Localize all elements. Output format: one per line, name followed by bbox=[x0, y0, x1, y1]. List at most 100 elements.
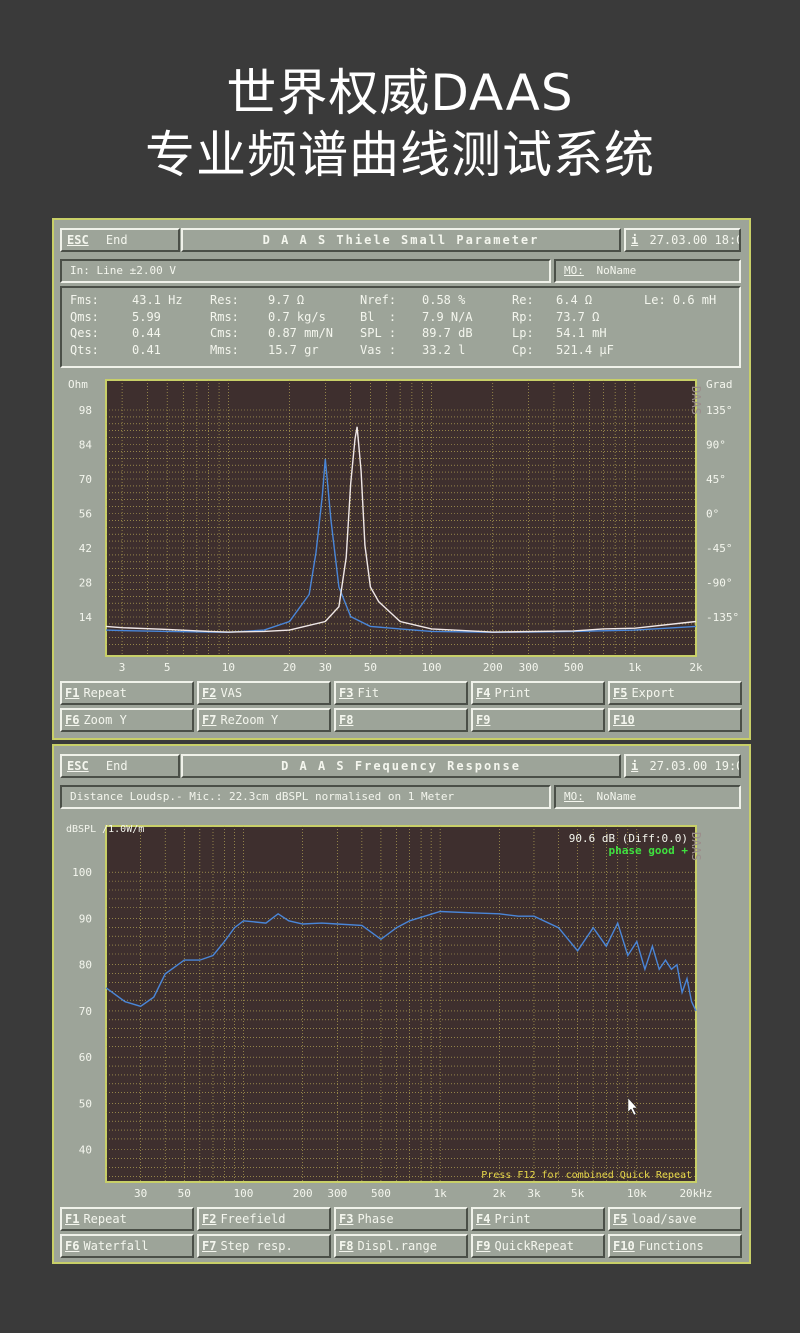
function-key-code: F2 bbox=[202, 1212, 217, 1226]
function-key-label: ReZoom Y bbox=[220, 713, 279, 727]
function-key-f10[interactable]: F10 bbox=[608, 708, 742, 732]
function-key-f1[interactable]: F1 Repeat bbox=[60, 681, 194, 705]
function-key-f6[interactable]: F6 Zoom Y bbox=[60, 708, 194, 732]
function-key-f5[interactable]: F5 load/save bbox=[608, 1207, 742, 1231]
parameter-name: Qms: bbox=[70, 309, 99, 324]
function-key-code: F6 bbox=[65, 1239, 80, 1253]
function-key-label: Freefield bbox=[220, 1212, 286, 1226]
parameter-value: Le: 0.6 mH bbox=[644, 293, 717, 307]
function-key-label: Fit bbox=[357, 686, 380, 700]
parameter-value bbox=[644, 309, 734, 326]
x-tick-label: 30 bbox=[134, 1187, 147, 1200]
parameter-value: 73.7 Ω bbox=[556, 309, 600, 324]
function-key-label: VAS bbox=[220, 686, 243, 700]
parameter-value: 9.7 Ω bbox=[268, 293, 305, 307]
y-right-tick-label: -45° bbox=[706, 542, 733, 555]
y-tick-label: 100 bbox=[72, 866, 92, 879]
function-key-code: F7 bbox=[202, 1239, 217, 1253]
info-date-button[interactable]: i 27.03.00 19:06 bbox=[624, 754, 741, 778]
phase-status: phase good + bbox=[609, 844, 689, 857]
function-key-code: F10 bbox=[613, 713, 635, 727]
parameter-value: 0.58 % bbox=[422, 293, 466, 307]
function-key-f2[interactable]: F2 Freefield bbox=[197, 1207, 331, 1231]
function-key-label: load/save bbox=[631, 1212, 697, 1226]
function-key-f3[interactable]: F3 Phase bbox=[334, 1207, 468, 1231]
x-tick-label: 20kHz bbox=[679, 1187, 712, 1200]
mo-field[interactable]: MO: NoName bbox=[554, 785, 741, 809]
x-tick-label: 2k bbox=[493, 1187, 507, 1200]
function-key-code: F5 bbox=[613, 1212, 628, 1226]
function-key-f5[interactable]: F5 Export bbox=[608, 681, 742, 705]
function-key-code: F3 bbox=[339, 1212, 354, 1226]
mo-value: NoName bbox=[596, 264, 637, 277]
mo-value: NoName bbox=[596, 790, 637, 803]
function-key-f10[interactable]: F10 Functions bbox=[608, 1234, 742, 1258]
function-key-f3[interactable]: F3 Fit bbox=[334, 681, 468, 705]
info-date-button[interactable]: i 27.03.00 18:00 bbox=[624, 228, 741, 252]
x-tick-label: 200 bbox=[293, 1187, 313, 1200]
function-key-f8[interactable]: F8 Displ.range bbox=[334, 1234, 468, 1258]
function-key-code: F1 bbox=[65, 686, 80, 700]
hero-title-line2: 专业频谱曲线测试系统 bbox=[145, 126, 655, 184]
function-key-code: F8 bbox=[339, 713, 354, 727]
input-setting: In: Line ±2.00 V bbox=[60, 259, 551, 283]
window-title-bar: D A A S Frequency Response bbox=[181, 754, 621, 778]
plot-area bbox=[105, 825, 697, 1183]
distance-setting-label: Distance Loudsp.- Mic.: 22.3cm dBSPL nor… bbox=[70, 790, 455, 803]
thiele-small-screen: ESC End D A A S Thiele Small Parameter i… bbox=[52, 218, 751, 740]
parameter-value: 89.7 dB bbox=[422, 326, 473, 340]
parameter-value: 43.1 Hz bbox=[132, 293, 183, 307]
function-key-label: Phase bbox=[357, 1212, 394, 1226]
date-label: 27.03.00 19:06 bbox=[649, 759, 741, 773]
mo-field[interactable]: MO: NoName bbox=[554, 259, 741, 283]
y-tick-label: 70 bbox=[79, 1005, 92, 1018]
function-key-code: F1 bbox=[65, 1212, 80, 1226]
x-tick-label: 200 bbox=[483, 661, 503, 674]
esc-key-label: ESC bbox=[67, 233, 89, 247]
esc-action-label: End bbox=[105, 759, 128, 773]
function-key-f9[interactable]: F9 bbox=[471, 708, 605, 732]
x-tick-label: 100 bbox=[422, 661, 442, 674]
esc-end-button[interactable]: ESC End bbox=[60, 754, 180, 778]
function-key-f2[interactable]: F2 VAS bbox=[197, 681, 331, 705]
parameter-value: 0.87 mm/N bbox=[268, 326, 334, 340]
y-axis-unit: Ohm bbox=[68, 378, 88, 391]
function-key-code: F3 bbox=[339, 686, 354, 700]
function-key-f7[interactable]: F7 Step resp. bbox=[197, 1234, 331, 1258]
parameter-name: Res: bbox=[210, 293, 239, 307]
y-right-tick-label: -135° bbox=[706, 611, 739, 624]
y-tick-label: 40 bbox=[79, 1144, 92, 1157]
function-key-label: Repeat bbox=[83, 1212, 127, 1226]
esc-key-label: ESC bbox=[67, 759, 89, 773]
y-tick-label: 56 bbox=[79, 508, 92, 521]
function-key-f9[interactable]: F9 QuickRepeat bbox=[471, 1234, 605, 1258]
function-key-f1[interactable]: F1 Repeat bbox=[60, 1207, 194, 1231]
parameter-value: 15.7 gr bbox=[268, 342, 319, 357]
parameter-value: 0.44 bbox=[132, 326, 161, 340]
parameter-value: 33.2 l bbox=[422, 342, 466, 357]
x-tick-label: 5k bbox=[571, 1187, 585, 1200]
x-tick-label: 10 bbox=[222, 661, 235, 674]
x-tick-label: 50 bbox=[178, 1187, 191, 1200]
function-key-code: F4 bbox=[476, 1212, 491, 1226]
function-key-code: F9 bbox=[476, 713, 491, 727]
y-tick-label: 60 bbox=[79, 1051, 92, 1064]
parameter-name: Qes: bbox=[70, 326, 99, 340]
function-key-f4[interactable]: F4 Print bbox=[471, 1207, 605, 1231]
parameter-table: Fms: 43.1 Hz Res: 9.7 Ω Nref: 0.58 % Re: 6.4 Ω L… bbox=[70, 292, 734, 358]
function-key-code: F4 bbox=[476, 686, 491, 700]
function-key-f4[interactable]: F4 Print bbox=[471, 681, 605, 705]
function-key-f8[interactable]: F8 bbox=[334, 708, 468, 732]
parameter-name: Rms: bbox=[210, 309, 239, 324]
function-key-label: Export bbox=[631, 686, 675, 700]
parameter-name: Vas : bbox=[360, 342, 397, 357]
parameter-name: Fms: bbox=[70, 293, 99, 307]
function-key-f6[interactable]: F6 Waterfall bbox=[60, 1234, 194, 1258]
impedance-chart: 98 84 70 56 42 28 14 135° 90° 45° 0° -45° -90° -135° 3… bbox=[68, 378, 739, 674]
esc-end-button[interactable]: ESC End bbox=[60, 228, 180, 252]
y-tick-label: 70 bbox=[79, 473, 92, 486]
esc-action-label: End bbox=[105, 233, 128, 247]
function-key-f7[interactable]: F7 ReZoom Y bbox=[197, 708, 331, 732]
y-tick-label: 98 bbox=[79, 404, 92, 417]
parameter-value bbox=[644, 325, 734, 342]
